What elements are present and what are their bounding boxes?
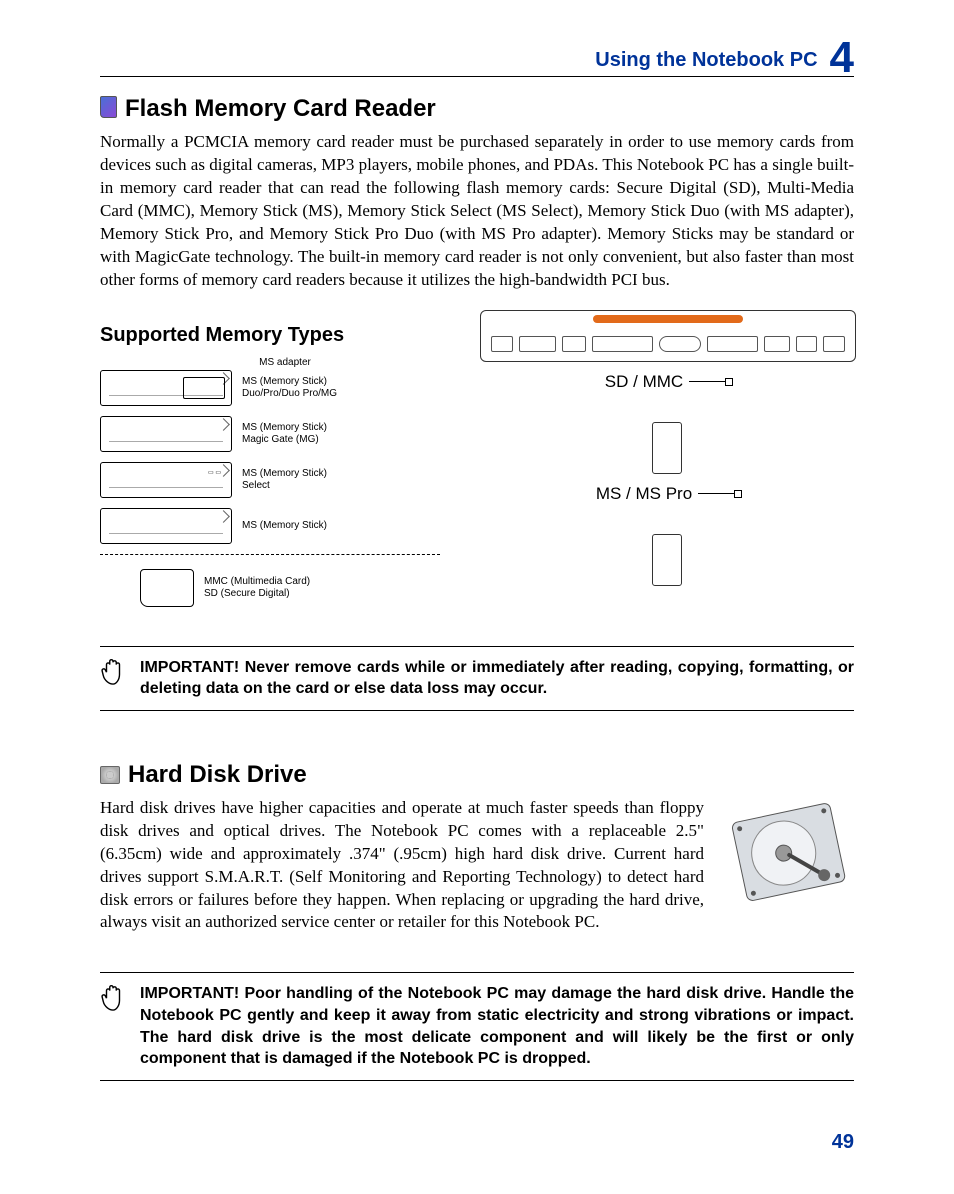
hand-stop-icon [100,657,126,689]
slot-label-ms-mspro: MS / MS Pro [596,484,692,504]
section-hdd-heading: Hard Disk Drive [100,761,854,789]
ms-duo-insert-icon [183,377,225,399]
hdd-body: Hard disk drives have higher capacities … [100,797,704,935]
mem-row: MS (Memory Stick) [100,508,440,544]
callout-text: IMPORTANT! Never remove cards while or i… [140,657,854,700]
notebook-side-diagram: SD / MMC MS / MS Pro [480,310,854,626]
card-slot-top-icon [652,422,682,474]
page-header: Using the Notebook PC 4 [100,30,854,77]
section-flash-reader-heading: Flash Memory Card Reader [100,95,854,123]
notebook-side-view-icon [480,310,856,362]
memory-card-diagram: MS adapter MS (Memory Stick) Duo/Pro/Duo… [100,357,440,607]
flash-reader-body: Normally a PCMCIA memory card reader mus… [100,131,854,292]
supported-types-heading: Supported Memory Types [100,324,440,347]
ms-card-icon [100,416,232,452]
mem-label: MS (Memory Stick) Magic Gate (MG) [242,422,327,446]
leader-line-icon [689,381,729,382]
slot-label-sd-mmc: SD / MMC [605,372,683,392]
mem-label: MS (Memory Stick) Select [242,468,327,492]
header-title: Using the Notebook PC [595,49,817,72]
important-callout: IMPORTANT! Never remove cards while or i… [100,646,854,711]
hdd-icon [100,766,120,784]
chapter-number: 4 [830,36,854,80]
dashed-separator [100,554,440,555]
mem-row: ▭ ▭ MS (Memory Stick) Select [100,462,440,498]
ms-select-card-icon: ▭ ▭ [100,462,232,498]
hand-stop-icon [100,983,126,1015]
important-callout: IMPORTANT! Poor handling of the Notebook… [100,972,854,1080]
ms-adapter-card-icon [100,370,232,406]
callout-text: IMPORTANT! Poor handling of the Notebook… [140,983,854,1069]
mem-row: MS (Memory Stick) Duo/Pro/Duo Pro/MG [100,370,440,406]
mem-row: MMC (Multimedia Card) SD (Secure Digital… [100,569,440,607]
page-number: 49 [100,1131,854,1154]
ms-plain-card-icon [100,508,232,544]
section-title: Hard Disk Drive [128,761,307,789]
leader-line-icon [698,493,738,494]
sd-card-icon [100,96,117,118]
mem-label: MS (Memory Stick) [242,520,327,532]
mem-row: MS (Memory Stick) Magic Gate (MG) [100,416,440,452]
section-title: Flash Memory Card Reader [125,95,436,123]
mem-label: MMC (Multimedia Card) SD (Secure Digital… [204,576,310,600]
card-slot-bottom-icon [652,534,682,586]
ms-adapter-label: MS adapter [130,357,440,368]
mem-label: MS (Memory Stick) Duo/Pro/Duo Pro/MG [242,376,337,400]
sd-mmc-card-icon [140,569,194,607]
hard-drive-photo-icon [724,797,854,912]
